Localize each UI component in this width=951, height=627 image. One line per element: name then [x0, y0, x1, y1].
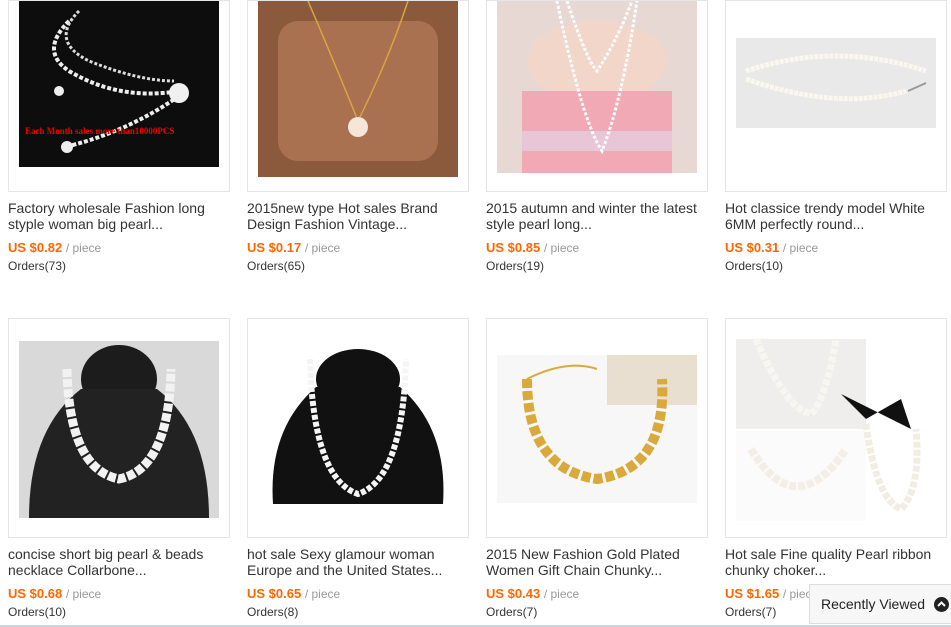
- order-count: Orders(7): [486, 605, 538, 619]
- price-unit: / piece: [304, 241, 341, 255]
- product-title[interactable]: concise short big pearl & beads necklace…: [8, 546, 230, 578]
- product-title[interactable]: Hot sale Fine quality Pearl ribbon chunk…: [725, 546, 947, 578]
- price-line: US $0.17 / piece: [247, 240, 340, 255]
- product-price: US $0.68: [8, 586, 63, 601]
- price-unit: / piece: [543, 587, 580, 601]
- order-count: Orders(7): [725, 605, 777, 619]
- price-line: US $0.43 / piece: [486, 586, 579, 601]
- price-line: US $0.65 / piece: [247, 586, 340, 601]
- price-unit: / piece: [65, 587, 102, 601]
- product-price: US $0.82: [8, 240, 63, 255]
- order-count: Orders(19): [486, 259, 545, 273]
- product-price: US $0.65: [247, 586, 302, 601]
- product-image[interactable]: [725, 318, 947, 538]
- recently-viewed-button[interactable]: Recently Viewed: [809, 584, 951, 624]
- chevron-up-icon[interactable]: [934, 597, 949, 612]
- product-image[interactable]: [725, 0, 947, 192]
- product-price: US $0.31: [725, 240, 780, 255]
- product-grid: Each Month sales more than10000PCS Facto…: [0, 0, 951, 627]
- price-line: US $1.65 / piece: [725, 586, 818, 601]
- pearl-ribbon-choker-image: [736, 337, 946, 521]
- product-price: US $0.85: [486, 240, 541, 255]
- product-image[interactable]: [247, 318, 469, 538]
- recently-viewed-label: Recently Viewed: [821, 596, 926, 612]
- price-unit: / piece: [543, 241, 580, 255]
- price-unit: / piece: [304, 587, 341, 601]
- gold-chain-necklace-image: [497, 355, 697, 503]
- bust-pearl-necklace-image: [19, 341, 219, 518]
- product-image[interactable]: [247, 0, 469, 192]
- product-image[interactable]: [486, 0, 708, 192]
- product-title[interactable]: Hot classice trendy model White 6MM perf…: [725, 200, 947, 232]
- bust-pearl-necklace-image: [258, 349, 458, 504]
- product-title[interactable]: 2015 New Fashion Gold Plated Women Gift …: [486, 546, 708, 578]
- pearl-necklace-image: Each Month sales more than10000PCS: [19, 1, 219, 167]
- product-image[interactable]: [8, 318, 230, 538]
- order-count: Orders(73): [8, 259, 67, 273]
- pendant-necklace-image: [258, 1, 458, 177]
- order-count: Orders(65): [247, 259, 306, 273]
- product-price: US $0.17: [247, 240, 302, 255]
- product-title[interactable]: Factory wholesale Fashion long styple wo…: [8, 200, 230, 232]
- model-pearl-necklace-image: [497, 1, 697, 173]
- price-line: US $0.68 / piece: [8, 586, 101, 601]
- price-line: US $0.85 / piece: [486, 240, 579, 255]
- order-count: Orders(8): [247, 605, 299, 619]
- product-title[interactable]: hot sale Sexy glamour woman Europe and t…: [247, 546, 469, 578]
- price-line: US $0.82 / piece: [8, 240, 101, 255]
- price-line: US $0.31 / piece: [725, 240, 818, 255]
- price-unit: / piece: [782, 241, 819, 255]
- order-count: Orders(10): [8, 605, 67, 619]
- product-image[interactable]: [486, 318, 708, 538]
- pearl-choker-image: [736, 38, 936, 128]
- product-image[interactable]: Each Month sales more than10000PCS: [8, 0, 230, 192]
- svg-text:Each Month sales more than1000: Each Month sales more than10000PCS: [25, 126, 174, 136]
- product-title[interactable]: 2015new type Hot sales Brand Design Fash…: [247, 200, 469, 232]
- product-price: US $1.65: [725, 586, 780, 601]
- price-unit: / piece: [65, 241, 102, 255]
- order-count: Orders(10): [725, 259, 784, 273]
- product-title[interactable]: 2015 autumn and winter the latest style …: [486, 200, 708, 232]
- product-price: US $0.43: [486, 586, 541, 601]
